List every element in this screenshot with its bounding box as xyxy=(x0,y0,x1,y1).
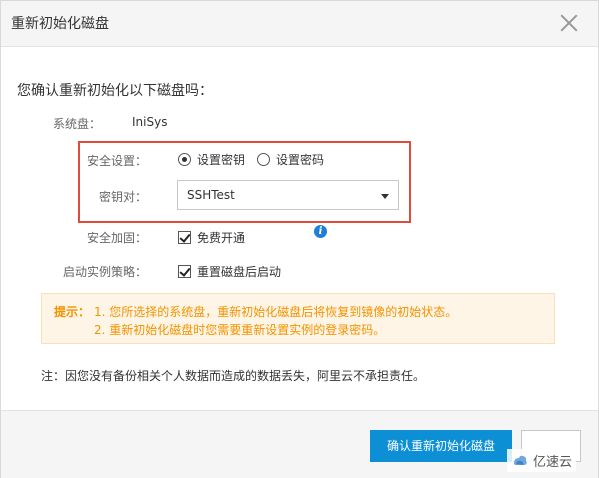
security-settings-label: 安全设置： xyxy=(86,154,147,168)
radio-unselected-icon xyxy=(257,153,270,166)
tip-line: 1. 您所选择的系统盘，重新初始化磁盘后将恢复到镜像的初始状态。 xyxy=(94,305,458,319)
reinit-disk-dialog: 重新初始化磁盘 您确认重新初始化以下磁盘吗： 系统盘： IniSys 安全设置：… xyxy=(0,0,599,478)
watermark-logo-icon xyxy=(514,455,527,465)
disclaimer-note: 注：因您没有备份相关个人数据而造成的数据丢失，阿里云不承担责任。 xyxy=(41,369,426,383)
radio-set-key[interactable]: 设置密钥 xyxy=(178,151,245,168)
radio-selected-icon xyxy=(178,153,191,166)
dialog-header: 重新初始化磁盘 xyxy=(1,1,598,47)
radio-set-password-label: 设置密码 xyxy=(276,153,325,167)
dialog-title: 重新初始化磁盘 xyxy=(11,16,109,32)
key-pair-select[interactable]: SSHTest xyxy=(177,180,399,210)
start-policy-checkbox[interactable]: 重置磁盘后启动 xyxy=(178,263,281,280)
watermark: 亿速云 xyxy=(507,449,577,472)
tip-box: 提示： 1. 您所选择的系统盘，重新初始化磁盘后将恢复到镜像的初始状态。 2. … xyxy=(41,293,555,344)
security-hardening-option-label: 免费开通 xyxy=(197,231,246,245)
key-pair-label: 密钥对： xyxy=(98,190,147,204)
tip-line: 2. 重新初始化磁盘时您需要重新设置实例的登录密码。 xyxy=(94,323,386,337)
close-icon[interactable] xyxy=(558,12,580,34)
confirm-reinit-button[interactable]: 确认重新初始化磁盘 xyxy=(370,430,512,462)
confirm-question: 您确认重新初始化以下磁盘吗： xyxy=(17,83,213,99)
system-disk-value: IniSys xyxy=(132,115,168,129)
key-pair-selected-value: SSHTest xyxy=(187,188,235,202)
tip-title: 提示： xyxy=(54,305,91,319)
start-policy-option-label: 重置磁盘后启动 xyxy=(197,265,282,279)
security-hardening-checkbox[interactable]: 免费开通 xyxy=(178,229,245,246)
caret-down-icon xyxy=(381,194,389,199)
security-hardening-label: 安全加固： xyxy=(86,231,147,245)
system-disk-label: 系统盘： xyxy=(52,117,101,131)
radio-set-key-label: 设置密钥 xyxy=(197,153,246,167)
radio-set-password[interactable]: 设置密码 xyxy=(257,151,324,168)
watermark-text: 亿速云 xyxy=(533,455,573,470)
checkbox-checked-icon xyxy=(178,231,191,244)
start-policy-label: 启动实例策略： xyxy=(62,265,147,279)
info-icon[interactable]: i xyxy=(314,225,327,238)
checkbox-checked-icon xyxy=(178,265,191,278)
